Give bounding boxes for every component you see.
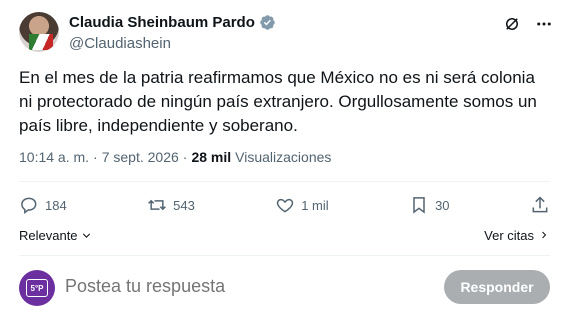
reply-input[interactable]: [65, 276, 405, 297]
like-count: 1 mil: [301, 197, 329, 213]
retweet-icon: [148, 199, 166, 211]
meta-separator: ·: [93, 149, 98, 165]
views-count: 28 mil: [191, 149, 232, 165]
header-actions: [502, 14, 554, 34]
reply-action[interactable]: 184: [19, 195, 67, 215]
divider: [19, 255, 550, 256]
tweet-text: En el mes de la patria reafirmamos que M…: [19, 68, 537, 135]
bookmark-count: 30: [435, 197, 450, 213]
sort-label: Relevante: [19, 227, 78, 243]
author-avatar[interactable]: [19, 12, 59, 52]
sort-row: Relevante Ver citas: [19, 225, 550, 245]
author-handle[interactable]: @Claudiashein: [69, 35, 171, 52]
heart-icon: [277, 198, 294, 213]
tweet-header: Claudia Sheinbaum Pardo @Claudiashein: [19, 12, 554, 54]
reply-count: 184: [45, 197, 67, 213]
sort-dropdown[interactable]: Relevante: [19, 228, 93, 243]
tweet-date[interactable]: 7 sept. 2026: [102, 149, 179, 165]
tweet-actions: 184 543 1 mil 30: [19, 191, 550, 219]
view-quotes-link[interactable]: Ver citas: [484, 228, 550, 243]
more-icon[interactable]: [534, 14, 554, 34]
retweet-count: 543: [173, 197, 195, 213]
like-action[interactable]: 1 mil: [275, 195, 329, 215]
bookmark-action[interactable]: 30: [409, 195, 450, 215]
tweet-meta: 10:14 a. m. · 7 sept. 2026 · 28 mil Visu…: [19, 149, 331, 165]
divider: [19, 181, 550, 182]
tweet-time[interactable]: 10:14 a. m.: [19, 149, 89, 165]
author-name[interactable]: Claudia Sheinbaum Pardo: [69, 14, 255, 31]
verified-badge-icon: [260, 15, 275, 30]
user-avatar-badge: 5°P: [26, 279, 48, 297]
retweet-action[interactable]: 543: [147, 195, 195, 215]
meta-separator: ·: [182, 149, 188, 165]
share-icon: [532, 196, 548, 213]
reply-submit-button[interactable]: Responder: [444, 270, 550, 304]
chevron-down-icon: [82, 232, 90, 238]
bookmark-icon: [413, 197, 425, 214]
user-avatar[interactable]: 5°P: [19, 270, 55, 306]
views-label: Visualizaciones: [235, 149, 332, 165]
reply-composer: 5°P Responder: [19, 268, 550, 310]
author-name-row: Claudia Sheinbaum Pardo: [69, 14, 276, 31]
grok-icon[interactable]: [502, 14, 522, 34]
chevron-right-icon: [542, 231, 547, 239]
share-action[interactable]: [530, 195, 550, 215]
view-quotes-label: Ver citas: [484, 227, 534, 243]
reply-icon: [21, 197, 37, 214]
